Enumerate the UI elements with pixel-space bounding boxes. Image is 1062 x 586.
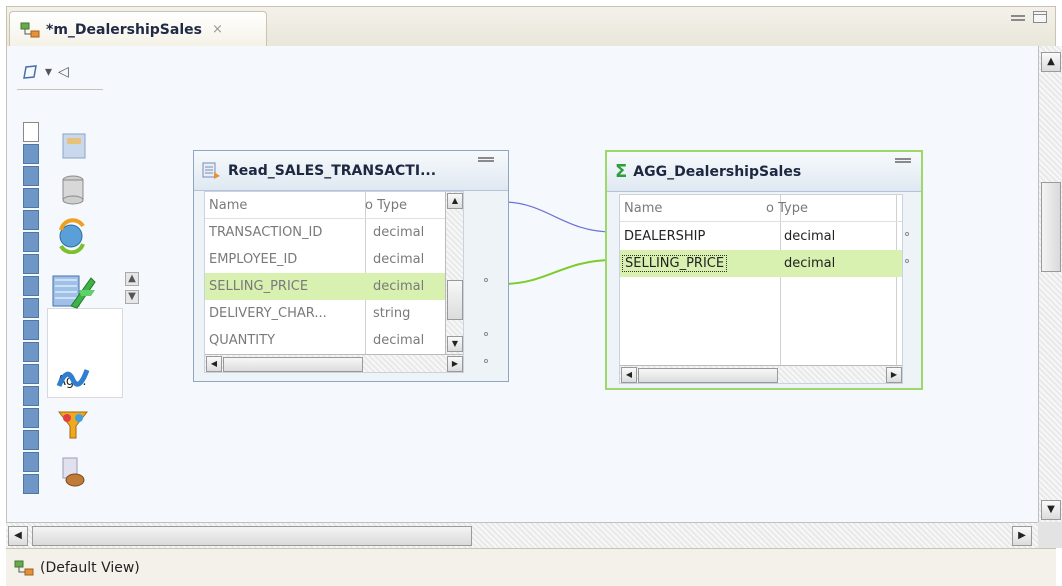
port-name: SELLING_PRICE <box>209 279 309 294</box>
sigma-icon: Σ <box>615 161 628 182</box>
scroll-thumb[interactable] <box>1041 182 1061 272</box>
port-type: decimal <box>373 252 425 267</box>
scroll-right-icon[interactable]: ▶ <box>1012 526 1032 546</box>
scroll-up-icon[interactable]: ▲ <box>1041 52 1061 72</box>
table-row[interactable]: SELLING_PRICE decimal <box>620 250 902 277</box>
agg-title: AGG_DealershipSales <box>633 163 802 180</box>
port-connector[interactable] <box>484 359 488 363</box>
agg-header[interactable]: Σ AGG_DealershipSales <box>607 152 921 192</box>
port-name[interactable]: SELLING_PRICE <box>622 255 728 272</box>
scroll-left-icon[interactable]: ◀ <box>8 526 28 546</box>
mapping-canvas[interactable]: ▾ ◁ Ag... ▲ ▼ Read_SALES_TRANSACTI... Na… <box>6 46 1038 522</box>
table-row[interactable]: TRANSACTION_ID decimal <box>205 219 463 246</box>
port-name: EMPLOYEE_ID <box>209 252 298 267</box>
scroll-left-icon[interactable]: ◀ <box>206 356 222 372</box>
canvas-vscroll[interactable]: ▲ ▼ <box>1038 46 1062 522</box>
port-type: string <box>373 306 411 321</box>
port-type: decimal <box>373 225 425 240</box>
close-icon[interactable]: × <box>212 22 223 37</box>
scroll-right-icon[interactable]: ▶ <box>447 356 463 372</box>
scroll-down-icon[interactable]: ▼ <box>1041 500 1061 520</box>
port-type: decimal <box>784 229 836 244</box>
tab-title: *m_DealershipSales <box>46 21 202 38</box>
mapping-icon <box>20 22 40 37</box>
link-dealership <box>502 201 614 233</box>
port-connector[interactable] <box>905 232 909 236</box>
scroll-corner <box>1038 522 1062 548</box>
minimize-icon[interactable] <box>478 157 494 162</box>
view-label[interactable]: (Default View) <box>40 560 140 576</box>
port-name: QUANTITY <box>209 333 276 348</box>
read-header[interactable]: Read_SALES_TRANSACTI... <box>194 151 508 191</box>
view-icon <box>14 560 34 575</box>
port-connector[interactable] <box>905 259 909 263</box>
tab-mapping[interactable]: *m_DealershipSales × <box>9 11 267 47</box>
col-type-header[interactable]: o Type <box>365 198 407 213</box>
grid-header: Name o Type <box>205 192 463 219</box>
read-hscroll[interactable]: ◀ ▶ <box>205 354 463 372</box>
read-port-grid[interactable]: Name o Type TRANSACTION_ID decimal EMPLO… <box>204 191 464 373</box>
agg-hscroll[interactable]: ◀ ▶ <box>620 365 902 383</box>
port-connector[interactable] <box>484 332 488 336</box>
table-row[interactable]: DELIVERY_CHAR... string <box>205 300 463 327</box>
col-name-header[interactable]: Name <box>620 201 662 216</box>
minimize-icon[interactable] <box>1011 15 1025 21</box>
editor-tabbar: *m_DealershipSales × <box>6 6 1056 47</box>
port-type: decimal <box>784 256 836 271</box>
port-type: decimal <box>373 279 425 294</box>
read-transformation[interactable]: Read_SALES_TRANSACTI... Name o Type TRAN… <box>193 150 509 382</box>
col-name-header[interactable]: Name <box>205 198 247 213</box>
link-selling-price <box>502 259 614 285</box>
scroll-right-icon[interactable]: ▶ <box>886 367 902 383</box>
scroll-up-icon[interactable]: ▲ <box>447 193 463 209</box>
status-bar: (Default View) <box>6 548 1056 586</box>
read-source-icon <box>202 162 220 179</box>
grid-header: Name o Type <box>620 195 902 222</box>
aggregator-transformation[interactable]: Σ AGG_DealershipSales Name o Type DEALER… <box>605 150 923 390</box>
table-row[interactable]: EMPLOYEE_ID decimal <box>205 246 463 273</box>
col-type-header[interactable]: o Type <box>766 201 808 216</box>
port-name: DELIVERY_CHAR... <box>209 306 327 321</box>
table-row[interactable]: DEALERSHIP decimal <box>620 223 902 250</box>
scroll-down-icon[interactable]: ▼ <box>447 336 463 352</box>
canvas-hscroll[interactable]: ◀ ▶ <box>6 522 1038 548</box>
scroll-thumb[interactable] <box>32 526 472 546</box>
agg-port-grid[interactable]: Name o Type DEALERSHIP decimal SELLING_P… <box>619 194 903 384</box>
port-name: TRANSACTION_ID <box>209 225 323 240</box>
table-row[interactable]: QUANTITY decimal <box>205 327 463 354</box>
scroll-left-icon[interactable]: ◀ <box>621 367 637 383</box>
table-row[interactable]: SELLING_PRICE decimal <box>205 273 463 300</box>
read-vscroll[interactable]: ▲ ▼ <box>445 192 463 354</box>
read-title: Read_SALES_TRANSACTI... <box>228 162 437 179</box>
port-connector[interactable] <box>484 278 488 282</box>
maximize-icon[interactable] <box>1033 11 1047 23</box>
port-name: DEALERSHIP <box>624 229 706 244</box>
port-type: decimal <box>373 333 425 348</box>
minimize-icon[interactable] <box>895 158 911 163</box>
